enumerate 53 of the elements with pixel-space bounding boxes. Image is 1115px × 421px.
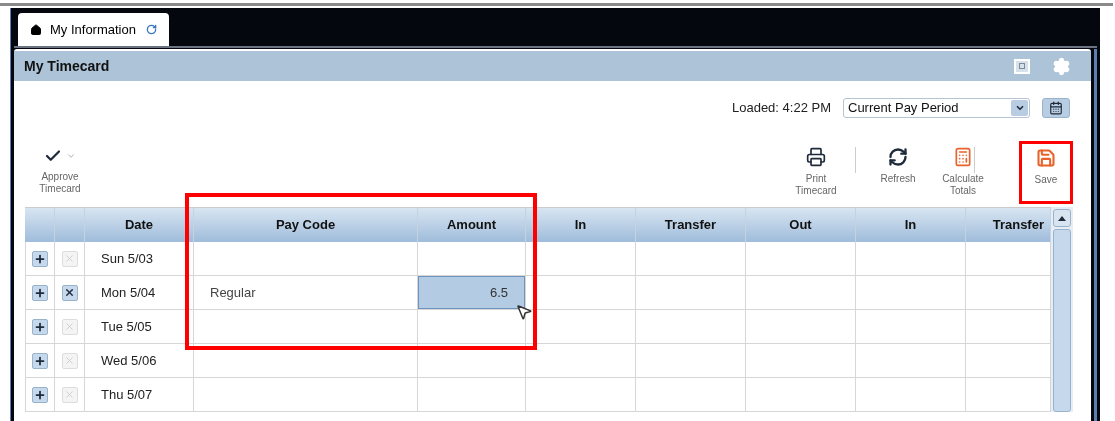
home-icon [30, 23, 42, 36]
tab[interactable]: My Information [18, 13, 169, 46]
date-cell: Mon 5/04 [85, 276, 194, 309]
save-icon [1036, 148, 1056, 168]
column-header[interactable]: Pay Code [194, 208, 418, 242]
x-icon [64, 321, 75, 332]
dropdown-caret-icon [1011, 100, 1028, 116]
calendar-icon [1049, 101, 1063, 115]
period-select[interactable]: Current Pay Period [843, 98, 1030, 118]
printer-icon [806, 147, 826, 167]
date-cell: Wed 5/06 [85, 344, 194, 377]
x-icon [64, 287, 75, 298]
calendar-button[interactable] [1042, 98, 1070, 118]
plus-icon [34, 252, 46, 265]
calculate-tool-button[interactable]: Calculate Totals [931, 143, 995, 206]
approve-tool-button[interactable]: Approve Timecard [28, 143, 92, 206]
add-row-button[interactable] [32, 318, 48, 335]
refresh-icon [888, 147, 908, 167]
add-row-button[interactable] [32, 250, 48, 267]
add-row-button[interactable] [32, 386, 48, 403]
date-cell: Sun 5/03 [85, 242, 194, 275]
column-header[interactable]: In [856, 208, 966, 242]
date-cell: Thu 5/07 [85, 378, 194, 411]
loaded-time: Loaded: 4:22 PM [731, 99, 831, 118]
column-header[interactable]: In [526, 208, 636, 242]
plus-icon [34, 354, 46, 367]
panel-title: My Timecard [24, 56, 110, 76]
column-header[interactable]: Out [746, 208, 856, 242]
amount-cell[interactable]: 6.5 [418, 276, 525, 309]
plus-icon [34, 320, 46, 333]
delete-row-button[interactable] [61, 284, 78, 301]
column-header[interactable]: Transfer [636, 208, 746, 242]
x-icon [64, 389, 75, 400]
date-cell: Tue 5/05 [85, 310, 194, 343]
plus-icon [34, 388, 46, 401]
refresh-tool-button[interactable]: Refresh [866, 143, 930, 206]
add-row-button[interactable] [32, 284, 48, 301]
mouse-cursor-icon [515, 303, 533, 321]
column-header[interactable]: Date [85, 208, 194, 242]
reload-icon [146, 24, 157, 35]
add-row-button[interactable] [32, 352, 48, 369]
calculator-icon [953, 147, 973, 167]
tab-label: My Information [50, 20, 136, 39]
x-icon [64, 355, 75, 366]
print-tool-button[interactable]: Print Timecard [784, 143, 848, 206]
scrollbar[interactable] [1051, 207, 1073, 412]
save-tool-button[interactable]: Save [1019, 141, 1073, 204]
pay-code-cell-text: Regular [210, 283, 256, 302]
column-header[interactable]: Amount [418, 208, 526, 242]
x-icon [64, 253, 75, 264]
scroll-up-button[interactable] [1053, 209, 1071, 227]
plus-icon [34, 286, 46, 299]
maximize-icon[interactable] [1014, 58, 1030, 74]
